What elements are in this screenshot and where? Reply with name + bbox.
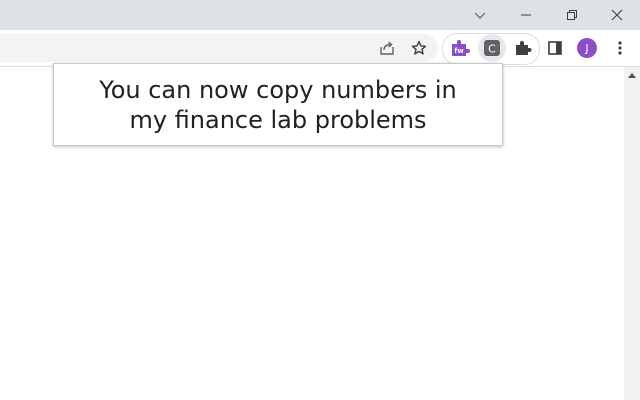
scroll-up-button[interactable] [624, 67, 640, 83]
restore-button[interactable] [549, 0, 595, 30]
svg-text:fw: fw [454, 47, 464, 55]
bookmark-button[interactable] [405, 34, 433, 62]
svg-text:C: C [488, 43, 496, 56]
minimize-icon [521, 14, 531, 16]
chevron-down-icon [474, 12, 486, 19]
c-icon: C [484, 40, 500, 56]
minimize-button[interactable] [503, 0, 549, 30]
share-icon [380, 41, 394, 55]
close-icon [611, 9, 623, 21]
tab-search-button[interactable] [457, 0, 503, 30]
profile-avatar[interactable]: J [577, 38, 597, 58]
kebab-menu-icon [618, 41, 622, 55]
puzzle-icon [516, 41, 532, 55]
star-icon [411, 40, 427, 55]
browser-menu-button[interactable] [606, 34, 634, 62]
popup-message: You can now copy numbers in my finance l… [99, 75, 457, 134]
extension-popup: You can now copy numbers in my finance l… [53, 63, 503, 146]
fw-extension-button[interactable]: fw [446, 34, 474, 62]
c-extension-button[interactable]: C [478, 34, 506, 62]
profile-initial: J [585, 41, 589, 55]
scroll-up-arrow-icon [628, 73, 636, 78]
vertical-scrollbar[interactable] [624, 67, 640, 400]
side-panel-button[interactable] [541, 34, 569, 62]
share-button[interactable] [373, 34, 401, 62]
puzzle-fw-icon: fw [452, 40, 470, 56]
extensions-menu-button[interactable] [509, 34, 537, 62]
close-button[interactable] [594, 0, 640, 30]
browser-toolbar: fw C J [0, 30, 640, 67]
title-bar [0, 0, 640, 30]
restore-icon [567, 10, 577, 20]
side-panel-icon [548, 41, 562, 55]
